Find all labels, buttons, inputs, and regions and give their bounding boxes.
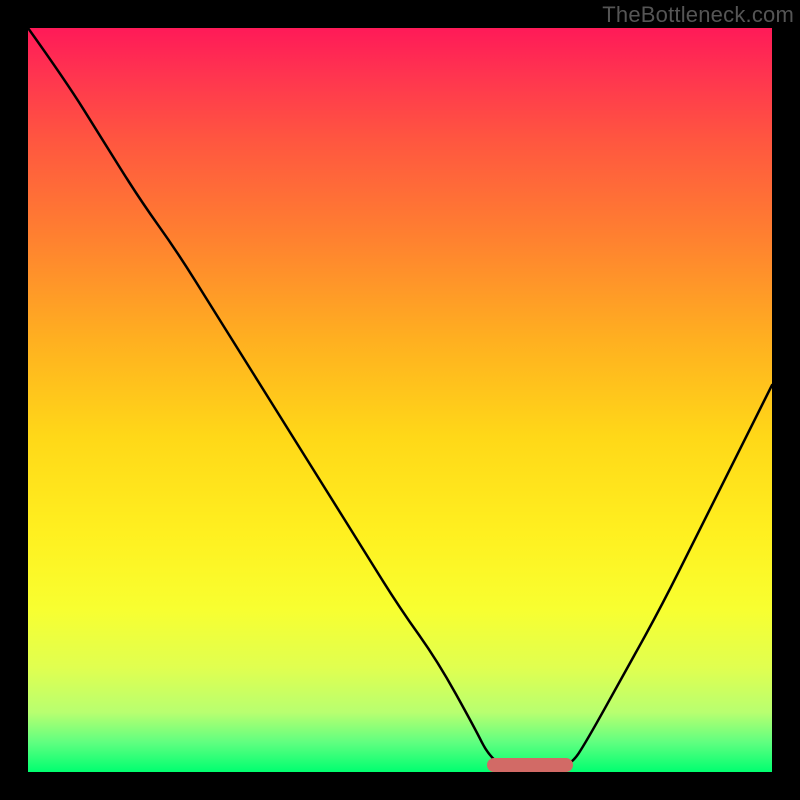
plot-area <box>28 28 772 772</box>
watermark-text: TheBottleneck.com <box>602 2 794 28</box>
chart-frame: TheBottleneck.com <box>0 0 800 800</box>
bottom-marker <box>487 758 573 772</box>
bottleneck-curve <box>28 28 772 772</box>
